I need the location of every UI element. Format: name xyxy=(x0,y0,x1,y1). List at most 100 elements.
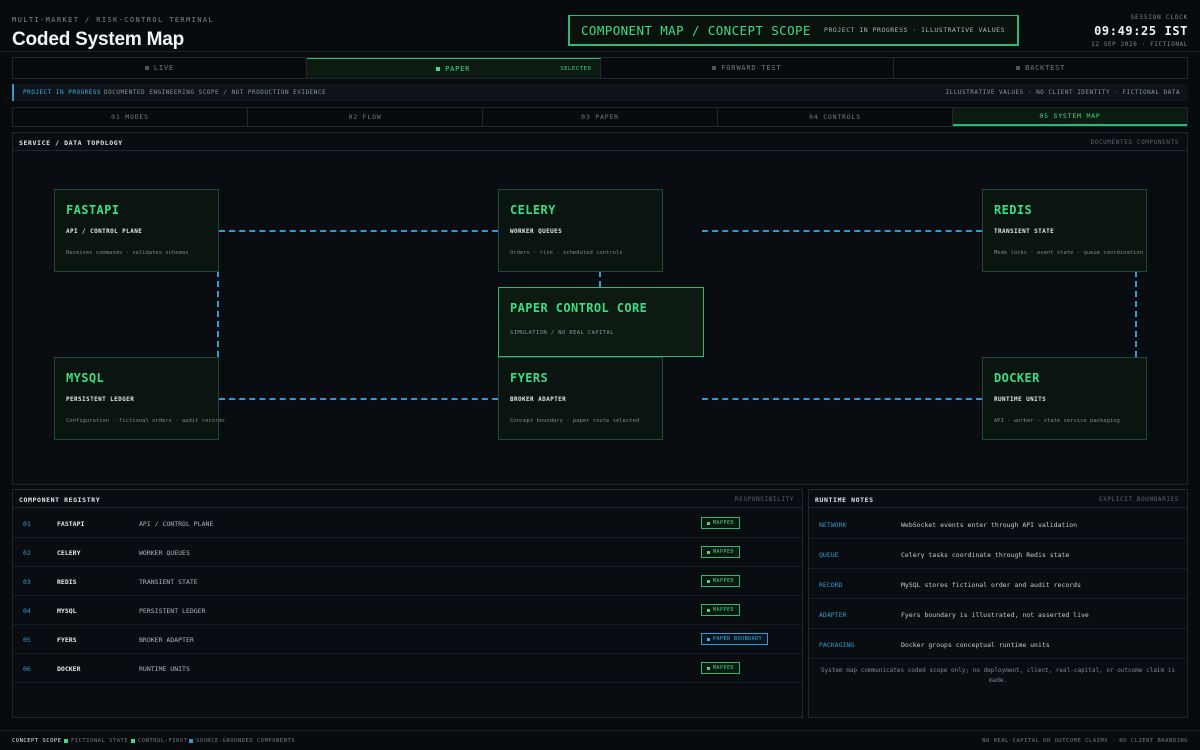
row-id: 03 xyxy=(23,578,31,586)
status-dot-icon xyxy=(712,66,717,70)
node-role: WORKER QUEUES xyxy=(510,228,563,235)
note-text: Docker groups conceptual runtime units xyxy=(901,641,1050,649)
footer-label: CONCEPT SCOPE xyxy=(12,738,62,744)
node-description: Mode locks · event state · queue coordin… xyxy=(994,250,1144,256)
node-role: PERSISTENT LEDGER xyxy=(66,396,135,403)
table-row[interactable]: 03 REDIS TRANSIENT STATE MAPPED xyxy=(13,567,802,596)
header-eyebrow: MULTI-MARKET / RISK-CONTROL TERMINAL xyxy=(12,16,215,24)
tab-paper[interactable]: 03 PAPER xyxy=(483,108,718,126)
footer-item-label: CONTROL-FIRST xyxy=(138,738,188,744)
row-name: MYSQL xyxy=(57,607,77,615)
clock-time: 09:49:25 IST xyxy=(1094,24,1188,38)
node-description: Concept boundary · paper route selected xyxy=(510,418,640,424)
app-header: MULTI-MARKET / RISK-CONTROL TERMINAL Cod… xyxy=(0,0,1200,52)
badge-dot-icon xyxy=(707,579,710,583)
badge-dot-icon xyxy=(707,637,710,641)
registry-heading: COMPONENT REGISTRY xyxy=(19,496,101,504)
node-docker[interactable]: DOCKER RUNTIME UNITS API · worker · stat… xyxy=(982,357,1147,440)
mode-tabs: LIVE PAPER SELECTED FORWARD TEST BACKTES… xyxy=(12,57,1188,79)
footer-item-fictional: FICTIONAL STATE xyxy=(64,738,128,744)
node-mysql[interactable]: MYSQL PERSISTENT LEDGER Configuration · … xyxy=(54,357,225,440)
note-text: Celery tasks coordinate through Redis st… xyxy=(901,551,1070,559)
row-role: BROKER ADAPTER xyxy=(139,636,194,644)
status-dot-icon xyxy=(144,66,149,70)
node-paper-control-core[interactable]: PAPER CONTROL CORE SIMULATION / NO REAL … xyxy=(498,287,704,357)
project-status-bar: PROJECT IN PROGRESS DOCUMENTED ENGINEERI… xyxy=(12,84,1188,101)
status-badge: MAPPED xyxy=(701,517,741,529)
status-badge-label: MAPPED xyxy=(713,520,735,526)
row-role: WORKER QUEUES xyxy=(139,549,190,557)
tab-system-map[interactable]: 05 SYSTEM MAP xyxy=(953,108,1187,126)
notes-heading: RUNTIME NOTES xyxy=(815,496,874,504)
badge-dot-icon xyxy=(707,550,710,554)
row-role: API / CONTROL PLANE xyxy=(139,520,214,528)
status-badge: MAPPED xyxy=(701,662,741,674)
notes-panel-header: RUNTIME NOTES EXPLICIT BOUNDARIES xyxy=(809,490,1187,508)
topology-heading: SERVICE / DATA TOPOLOGY xyxy=(19,139,123,147)
node-role: SIMULATION / NO REAL CAPITAL xyxy=(510,330,614,336)
row-id: 01 xyxy=(23,520,31,528)
mode-tab-label: FORWARD TEST xyxy=(721,64,782,72)
topology-panel: SERVICE / DATA TOPOLOGY DOCUMENTED COMPO… xyxy=(12,132,1188,485)
mode-tab-backtest[interactable]: BACKTEST xyxy=(894,58,1187,78)
status-badge: PAPER BOUNDARY xyxy=(701,633,769,645)
node-description: Configuration · fictional orders · audit… xyxy=(66,418,225,424)
tab-controls[interactable]: 04 CONTROLS xyxy=(718,108,953,126)
list-item: PACKAGING Docker groups conceptual runti… xyxy=(809,629,1187,659)
node-redis[interactable]: REDIS TRANSIENT STATE Mode locks · event… xyxy=(982,189,1147,272)
table-row[interactable]: 01 FASTAPI API / CONTROL PLANE MAPPED xyxy=(13,509,802,538)
node-name: CELERY xyxy=(510,203,556,217)
page-title: Coded System Map xyxy=(12,29,185,50)
status-badge-label: MAPPED xyxy=(713,578,735,584)
mode-tab-paper[interactable]: PAPER SELECTED xyxy=(306,58,601,78)
topology-subheading: DOCUMENTED COMPONENTS xyxy=(1090,139,1179,146)
status-badge: MAPPED xyxy=(701,575,741,587)
table-row[interactable]: 05 FYERS BROKER ADAPTER PAPER BOUNDARY xyxy=(13,625,802,654)
node-role: TRANSIENT STATE xyxy=(994,228,1055,235)
note-key: PACKAGING xyxy=(819,641,855,649)
row-id: 04 xyxy=(23,607,31,615)
list-item: ADAPTER Fyers boundary is illustrated, n… xyxy=(809,599,1187,629)
table-row[interactable]: 06 DOCKER RUNTIME UNITS MAPPED xyxy=(13,654,802,683)
node-role: RUNTIME UNITS xyxy=(994,396,1047,403)
table-row[interactable]: 04 MYSQL PERSISTENT LEDGER MAPPED xyxy=(13,596,802,625)
session-clock: SESSION CLOCK 09:49:25 IST 12 SEP 2026 ·… xyxy=(1091,14,1188,48)
footer-item-source: SOURCE-GROUNDED COMPONENTS xyxy=(189,738,295,744)
registry-panel-header: COMPONENT REGISTRY RESPONSIBILITY xyxy=(13,490,802,508)
notes-footnote: System map communicates coded scope only… xyxy=(820,667,1175,684)
status-badge: MAPPED xyxy=(701,546,741,558)
node-description: Orders · risk · scheduled controls xyxy=(510,250,623,256)
node-celery[interactable]: CELERY WORKER QUEUES Orders · risk · sch… xyxy=(498,189,663,272)
table-row[interactable]: 02 CELERY WORKER QUEUES MAPPED xyxy=(13,538,802,567)
row-id: 06 xyxy=(23,665,31,673)
tab-modes[interactable]: 01 MODES xyxy=(13,108,248,126)
project-status-message: DOCUMENTED ENGINEERING SCOPE / NOT PRODU… xyxy=(104,89,327,96)
connector-celery-core xyxy=(599,271,601,287)
footer-item-control: CONTROL-FIRST xyxy=(131,738,188,744)
node-fyers[interactable]: FYERS BROKER ADAPTER Concept boundary · … xyxy=(498,357,663,440)
node-fastapi[interactable]: FASTAPI API / CONTROL PLANE Receives com… xyxy=(54,189,219,272)
badge-dot-icon xyxy=(707,608,710,612)
node-name: FYERS xyxy=(510,371,549,385)
project-status-label: PROJECT IN PROGRESS xyxy=(23,89,102,96)
connector-fastapi-mysql xyxy=(217,271,219,357)
footer-disclaimer: NO REAL-CAPITAL OR OUTCOME CLAIMS · NO C… xyxy=(982,738,1188,744)
mode-tab-live[interactable]: LIVE xyxy=(13,58,307,78)
mode-tab-label: PAPER xyxy=(445,64,471,73)
row-name: FASTAPI xyxy=(57,520,85,528)
status-footer: CONCEPT SCOPE FICTIONAL STATE CONTROL-FI… xyxy=(0,730,1200,750)
list-item: RECORD MySQL stores fictional order and … xyxy=(809,569,1187,599)
node-role: API / CONTROL PLANE xyxy=(66,228,143,235)
registry-subheading: RESPONSIBILITY xyxy=(735,496,794,503)
component-registry-panel: COMPONENT REGISTRY RESPONSIBILITY 01 FAS… xyxy=(12,489,803,718)
tab-flow[interactable]: 02 FLOW xyxy=(248,108,483,126)
connector-mysql-fyers xyxy=(219,398,498,400)
clock-label: SESSION CLOCK xyxy=(1130,14,1188,21)
node-role: BROKER ADAPTER xyxy=(510,396,567,403)
mode-tab-forward-test[interactable]: FORWARD TEST xyxy=(601,58,895,78)
note-key: NETWORK xyxy=(819,521,847,529)
node-name: REDIS xyxy=(994,203,1033,217)
connector-fyers-docker xyxy=(702,398,982,400)
topology-panel-header: SERVICE / DATA TOPOLOGY DOCUMENTED COMPO… xyxy=(13,133,1187,151)
row-name: REDIS xyxy=(57,578,77,586)
